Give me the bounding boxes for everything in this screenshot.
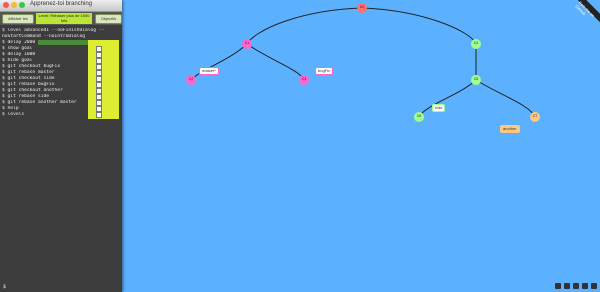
level-banner: Level: Rebaser plus de 1000 fois (36, 13, 92, 24)
commit-node[interactable]: C4 (471, 39, 481, 49)
terminal-panel: Apprenez-toi branching Afficher les obje… (0, 0, 122, 292)
show-goal-button[interactable]: Afficher les objectifs (2, 14, 34, 29)
commit-node[interactable]: C0 (357, 3, 367, 13)
bottom-icons (555, 283, 597, 289)
commit-node[interactable]: C3 (299, 75, 309, 85)
fullscreen-icon[interactable] (582, 283, 588, 289)
terminal-line: $ levels (2, 112, 25, 117)
redo-icon[interactable] (573, 283, 579, 289)
help-icon[interactable] (591, 283, 597, 289)
window-title: Apprenez-toi branching (29, 1, 93, 7)
github-ribbon[interactable]: Fork me on GitHub (566, 0, 600, 34)
commit-node[interactable]: C6 (414, 112, 424, 122)
terminal-output: $ level advanced1 --noFinishDialog -- no… (2, 28, 121, 118)
window-titlebar: Apprenez-toi branching (0, 0, 122, 12)
level-checkbox[interactable] (96, 112, 102, 118)
commit-node[interactable]: C5 (471, 75, 481, 85)
undo-icon[interactable] (564, 283, 570, 289)
terminal-prompt[interactable]: $ (3, 284, 6, 290)
branch-label[interactable]: another (500, 125, 520, 133)
toolbar: Afficher les objectifs Level: Rebaser pl… (0, 12, 122, 29)
branch-label[interactable]: side (432, 104, 446, 112)
branch-label[interactable]: bugFix (315, 67, 334, 75)
commit-node[interactable]: C2 (186, 75, 196, 85)
settings-icon[interactable] (555, 283, 561, 289)
commit-node[interactable]: C7 (530, 112, 540, 122)
commit-node[interactable]: C1 (242, 39, 252, 49)
objectives-button[interactable]: Objectifs (95, 14, 122, 24)
branch-label[interactable]: master* (199, 67, 219, 75)
